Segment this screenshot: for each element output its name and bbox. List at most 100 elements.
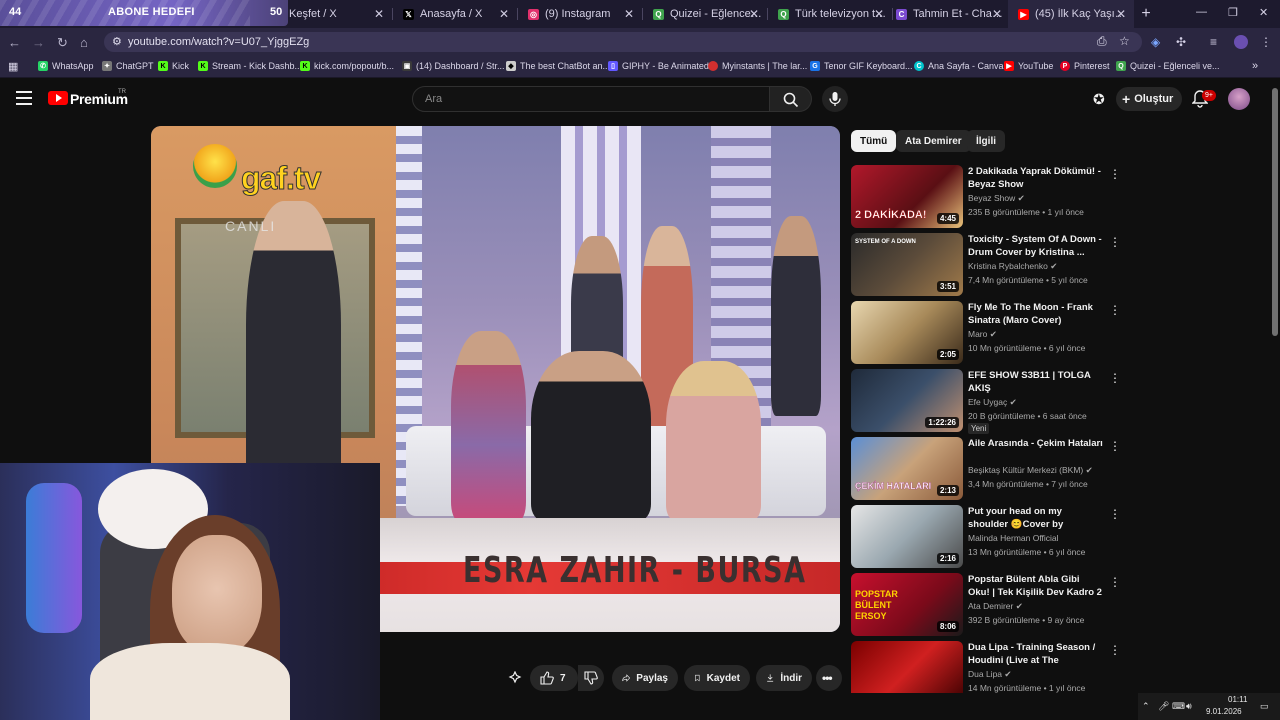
page-scrollbar[interactable] (1272, 88, 1278, 336)
hype-button[interactable] (508, 665, 526, 691)
video-thumbnail[interactable] (851, 641, 963, 693)
bookmark-tenor[interactable]: G Tenor GIF Keyboard... (810, 61, 913, 71)
tab-youtube-active[interactable]: ▶ (45) İlk Kaç Yaşında ✕ (1008, 0, 1134, 28)
recommended-video[interactable]: ÇEKİM HATALARI 2:13 Aile Arasında - Çeki… (851, 437, 1121, 501)
network-icon[interactable]: ⌨ (1172, 701, 1185, 712)
close-tab-icon[interactable]: ✕ (749, 7, 759, 21)
video-title[interactable]: Fly Me To The Moon - Frank Sinatra (Maro… (968, 301, 1103, 327)
reload-icon[interactable]: ↻ (57, 35, 68, 51)
bookmark-pinterest[interactable]: P Pinterest (1060, 61, 1110, 71)
more-bookmarks-icon[interactable]: » (1252, 60, 1258, 72)
bookmark-canva[interactable]: C Ana Sayfa - Canva (914, 61, 1004, 71)
close-tab-icon[interactable]: ✕ (624, 7, 634, 21)
bookmark-whatsapp[interactable]: ✆ WhatsApp (38, 61, 94, 71)
close-window-icon[interactable]: ✕ (1259, 6, 1268, 19)
bookmark-myinstants[interactable]: Myinstants | The lar... (708, 61, 807, 71)
video-title[interactable]: Dua Lipa - Training Season / Houdini (Li… (968, 641, 1103, 667)
channel-name[interactable]: Ata Demirer ✔ (968, 601, 1023, 612)
address-bar[interactable]: ⚙ youtube.com/watch?v=U07_YjggEZg ⎙ ☆ (104, 32, 1142, 52)
video-title[interactable]: EFE SHOW S3B11 | TOLGA AKIŞ (968, 369, 1103, 395)
more-actions-button[interactable]: ••• (816, 665, 842, 691)
bookmark-chatgpt[interactable]: ✦ ChatGPT (102, 61, 154, 71)
site-settings-icon[interactable]: ⚙ (112, 35, 122, 48)
youtube-logo-icon[interactable] (48, 91, 68, 105)
bookmark-kick[interactable]: K Kick (158, 61, 189, 71)
volume-icon[interactable]: 🔊︎ (1186, 701, 1192, 712)
video-title[interactable]: 2 Dakikada Yaprak Dökümü! - Beyaz Show (968, 165, 1103, 191)
close-tab-icon[interactable]: ✕ (874, 7, 884, 21)
recommended-video[interactable]: SYSTEM OF A DOWN 3:51 Toxicity - System … (851, 233, 1121, 297)
restore-icon[interactable]: ❐ (1228, 6, 1238, 19)
more-vertical-icon[interactable]: ⋮ (1109, 643, 1121, 657)
bookmark-chatbot[interactable]: ◆ The best ChatBot an... (506, 61, 610, 71)
bookmark-kick-popout[interactable]: Kkick.com/popout/b... (300, 61, 394, 71)
recommended-video[interactable]: 1:22:26 EFE SHOW S3B11 | TOLGA AKIŞ Efe … (851, 369, 1121, 434)
more-vertical-icon[interactable]: ⋮ (1109, 371, 1121, 385)
filter-chip-related[interactable]: İlgili (967, 130, 1005, 152)
video-thumbnail[interactable]: POPSTAR BÜLENT ERSOY 8:06 (851, 573, 963, 636)
dislike-button[interactable] (578, 665, 604, 691)
video-thumbnail[interactable]: 1:22:26 (851, 369, 963, 432)
channel-name[interactable]: Maro ✔ (968, 329, 997, 340)
more-vertical-icon[interactable]: ⋮ (1109, 303, 1121, 317)
profile-icon[interactable] (1234, 35, 1248, 49)
hamburger-menu-icon[interactable] (16, 91, 32, 105)
extension-icon[interactable]: ◈ (1151, 35, 1160, 49)
download-button[interactable]: İndir (756, 665, 812, 691)
search-button[interactable] (770, 86, 812, 112)
bookmark-quizei[interactable]: Q Quizei - Eğlenceli ve... (1116, 61, 1220, 71)
video-title[interactable]: Toxicity - System Of A Down - Drum Cover… (968, 233, 1103, 259)
bookmark-kick-dashboard[interactable]: K Stream - Kick Dashb... (198, 61, 302, 71)
bookmark-dashboard[interactable]: ▣ (14) Dashboard / Str... (402, 61, 505, 71)
filter-chip-all[interactable]: Tümü (851, 130, 897, 152)
video-thumbnail[interactable]: ÇEKİM HATALARI 2:13 (851, 437, 963, 500)
channel-name[interactable]: Dua Lipa ✔ (968, 669, 1012, 680)
more-vertical-icon[interactable]: ⋮ (1109, 439, 1121, 453)
recommended-video[interactable]: Dua Lipa - Training Season / Houdini (Li… (851, 641, 1121, 693)
back-icon[interactable]: ← (8, 35, 21, 50)
channel-name[interactable]: Malinda Herman Official (968, 533, 1059, 543)
notification-center-icon[interactable]: ▭ (1260, 701, 1269, 712)
bookmark-star-icon[interactable]: ☆ (1119, 34, 1130, 48)
recommended-video[interactable]: POPSTAR BÜLENT ERSOY 8:06 Popstar Bülent… (851, 573, 1121, 637)
more-vertical-icon[interactable]: ⋮ (1109, 235, 1121, 249)
more-vertical-icon[interactable]: ⋮ (1109, 167, 1121, 181)
recommended-video[interactable]: 2:16 Put your head on my shoulder 😊Cover… (851, 505, 1121, 569)
close-tab-icon[interactable]: ✕ (374, 7, 384, 21)
filter-chip-ata-demirer[interactable]: Ata Demirer (896, 130, 971, 152)
create-button[interactable]: + Oluştur (1116, 87, 1182, 111)
channel-name[interactable]: Beyaz Show ✔ (968, 193, 1025, 204)
cast-icon[interactable]: ✪ (1093, 91, 1105, 108)
recommended-video[interactable]: 2 DAKİKADA! 4:45 2 Dakikada Yaprak Döküm… (851, 165, 1121, 229)
like-button[interactable]: 7 (530, 665, 578, 691)
video-thumbnail[interactable]: 2:16 (851, 505, 963, 568)
video-thumbnail[interactable]: 2:05 (851, 301, 963, 364)
minimize-icon[interactable]: — (1196, 6, 1207, 18)
avatar[interactable] (1228, 88, 1250, 110)
apps-grid-icon[interactable]: ▦ (8, 60, 18, 73)
new-tab-button[interactable]: + (1136, 4, 1156, 24)
video-title[interactable]: Popstar Bülent Abla Gibi Oku! | Tek Kişi… (968, 573, 1103, 599)
tab-anasayfa[interactable]: 𝕏 Anasayfa / X ✕ (393, 0, 517, 28)
search-input[interactable]: Ara (412, 86, 770, 112)
save-button[interactable]: Kaydet (684, 665, 750, 691)
tab-instagram[interactable]: ◎ (9) Instagram ✕ (518, 0, 642, 28)
video-thumbnail[interactable]: 2 DAKİKADA! 4:45 (851, 165, 963, 228)
install-app-icon[interactable]: ⎙ (1097, 34, 1107, 49)
forward-icon[interactable]: → (32, 35, 45, 50)
home-icon[interactable]: ⌂ (80, 35, 88, 50)
more-vertical-icon[interactable]: ⋮ (1109, 575, 1121, 589)
tab-turk-televizyon[interactable]: Q Türk televizyon tarih ✕ (768, 0, 892, 28)
more-vertical-icon[interactable]: ⋮ (1109, 507, 1121, 521)
microphone-icon[interactable]: 🎤︎ (1158, 701, 1169, 712)
tab-chatplay[interactable]: C Tahmin Et - ChatPlay ✕ (886, 0, 1010, 28)
channel-name[interactable]: Efe Uygaç ✔ (968, 397, 1017, 408)
chevron-up-icon[interactable]: ⌃ (1142, 701, 1150, 712)
share-button[interactable]: Paylaş (612, 665, 678, 691)
video-title[interactable]: Aile Arasında - Çekim Hataları (968, 437, 1103, 450)
tab-quizei[interactable]: Q Quizei - Eğlenceli ve ✕ (643, 0, 767, 28)
recommended-video[interactable]: 2:05 Fly Me To The Moon - Frank Sinatra … (851, 301, 1121, 365)
extensions-puzzle-icon[interactable]: ✣ (1176, 35, 1186, 49)
media-control-icon[interactable]: ≡ (1210, 35, 1217, 49)
video-title[interactable]: Put your head on my shoulder 😊Cover by M… (968, 505, 1103, 531)
